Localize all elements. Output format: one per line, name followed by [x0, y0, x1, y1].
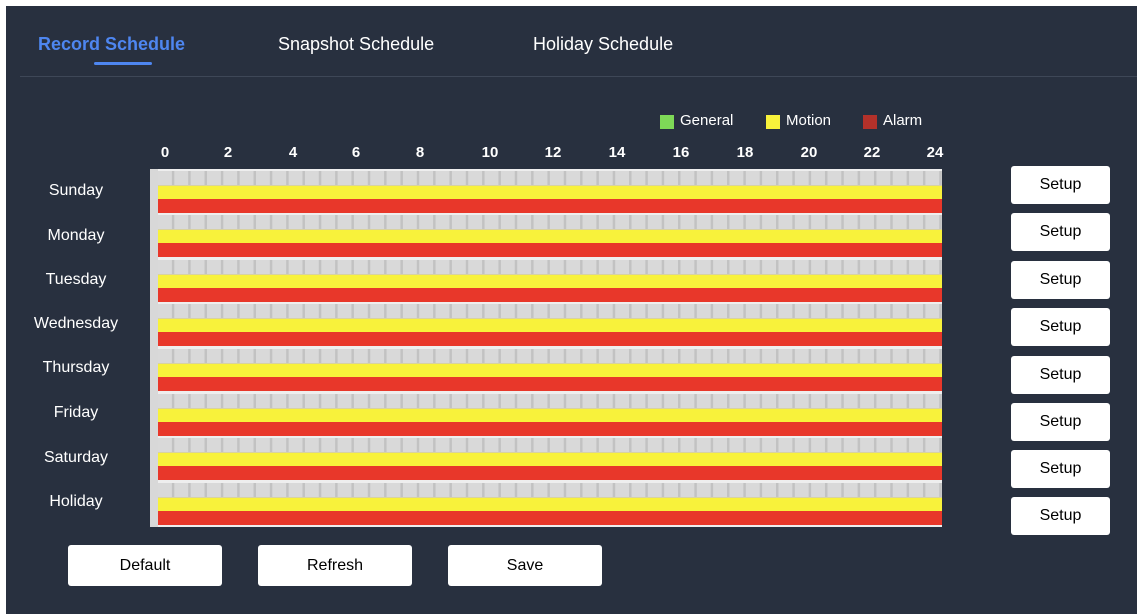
alarm-bar[interactable]: [158, 288, 942, 302]
default-button[interactable]: Default: [68, 545, 222, 586]
alarm-bar[interactable]: [158, 422, 942, 436]
tab-snapshot-schedule[interactable]: Snapshot Schedule: [278, 34, 434, 55]
general-cells[interactable]: [158, 171, 942, 185]
hour-tick: 4: [288, 144, 298, 161]
setup-button-saturday[interactable]: Setup: [1011, 450, 1110, 488]
schedule-row-saturday[interactable]: [158, 436, 942, 480]
general-cells[interactable]: [158, 215, 942, 229]
tab-holiday-schedule[interactable]: Holiday Schedule: [533, 34, 673, 55]
alarm-bar[interactable]: [158, 377, 942, 391]
schedule-row-wednesday[interactable]: [158, 302, 942, 346]
hour-tick: 20: [800, 144, 818, 161]
legend-label: Motion: [786, 112, 832, 129]
alarm-swatch: [863, 115, 877, 129]
hour-tick: 18: [736, 144, 754, 161]
record-schedule-panel: Record Schedule Snapshot Schedule Holida…: [6, 6, 1137, 614]
schedule-row-friday[interactable]: [158, 392, 942, 436]
alarm-bar[interactable]: [158, 466, 942, 480]
day-label-thursday: Thursday: [42, 359, 110, 376]
legend: General Motion Alarm: [6, 112, 1137, 132]
schedule-row-sunday[interactable]: [158, 169, 942, 213]
general-cells[interactable]: [158, 260, 942, 274]
day-label-monday: Monday: [47, 227, 105, 244]
motion-bar[interactable]: [158, 363, 942, 377]
hour-tick: 2: [223, 144, 233, 161]
setup-button-thursday[interactable]: Setup: [1011, 356, 1110, 394]
active-tab-indicator: [94, 62, 152, 65]
day-label-tuesday: Tuesday: [45, 271, 107, 288]
motion-bar[interactable]: [158, 452, 942, 466]
general-cells[interactable]: [158, 349, 942, 363]
setup-button-holiday[interactable]: Setup: [1011, 497, 1110, 535]
hour-tick: 22: [863, 144, 881, 161]
hour-tick: 16: [672, 144, 690, 161]
day-label-wednesday: Wednesday: [33, 315, 119, 332]
alarm-bar[interactable]: [158, 332, 942, 346]
schedule-row-holiday[interactable]: [158, 481, 942, 525]
setup-button-tuesday[interactable]: Setup: [1011, 261, 1110, 299]
schedule-row-monday[interactable]: [158, 213, 942, 257]
hour-tick: 10: [481, 144, 499, 161]
legend-label: General: [680, 112, 734, 129]
save-button[interactable]: Save: [448, 545, 602, 586]
general-cells[interactable]: [158, 304, 942, 318]
hour-tick: 12: [544, 144, 562, 161]
hour-tick: 24: [926, 144, 944, 161]
day-label-sunday: Sunday: [48, 182, 104, 199]
hour-scale: 0 2 4 6 8 10 12 14 16 18 20 22 24: [6, 144, 1137, 164]
motion-bar[interactable]: [158, 274, 942, 288]
setup-button-wednesday[interactable]: Setup: [1011, 308, 1110, 346]
hour-tick: 8: [415, 144, 425, 161]
general-cells[interactable]: [158, 483, 942, 497]
setup-button-monday[interactable]: Setup: [1011, 213, 1110, 251]
motion-bar[interactable]: [158, 229, 942, 243]
alarm-bar[interactable]: [158, 199, 942, 213]
schedule-row-tuesday[interactable]: [158, 258, 942, 302]
general-cells[interactable]: [158, 438, 942, 452]
refresh-button[interactable]: Refresh: [258, 545, 412, 586]
hour-tick: 6: [351, 144, 361, 161]
tab-bar: Record Schedule Snapshot Schedule Holida…: [6, 6, 1137, 76]
legend-label: Alarm: [883, 112, 923, 129]
grid-edge: [150, 169, 158, 527]
setup-button-friday[interactable]: Setup: [1011, 403, 1110, 441]
motion-swatch: [766, 115, 780, 129]
tab-divider: [20, 76, 1137, 77]
general-cells[interactable]: [158, 394, 942, 408]
hour-tick: 14: [608, 144, 626, 161]
motion-bar[interactable]: [158, 185, 942, 199]
hour-tick: 0: [160, 144, 170, 161]
day-label-holiday: Holiday: [49, 493, 103, 510]
alarm-bar[interactable]: [158, 511, 942, 525]
schedule-row-thursday[interactable]: [158, 347, 942, 391]
general-swatch: [660, 115, 674, 129]
tab-record-schedule[interactable]: Record Schedule: [38, 34, 185, 55]
motion-bar[interactable]: [158, 318, 942, 332]
motion-bar[interactable]: [158, 497, 942, 511]
motion-bar[interactable]: [158, 408, 942, 422]
day-label-saturday: Saturday: [43, 449, 109, 466]
alarm-bar[interactable]: [158, 243, 942, 257]
day-label-friday: Friday: [53, 404, 99, 421]
setup-button-sunday[interactable]: Setup: [1011, 166, 1110, 204]
